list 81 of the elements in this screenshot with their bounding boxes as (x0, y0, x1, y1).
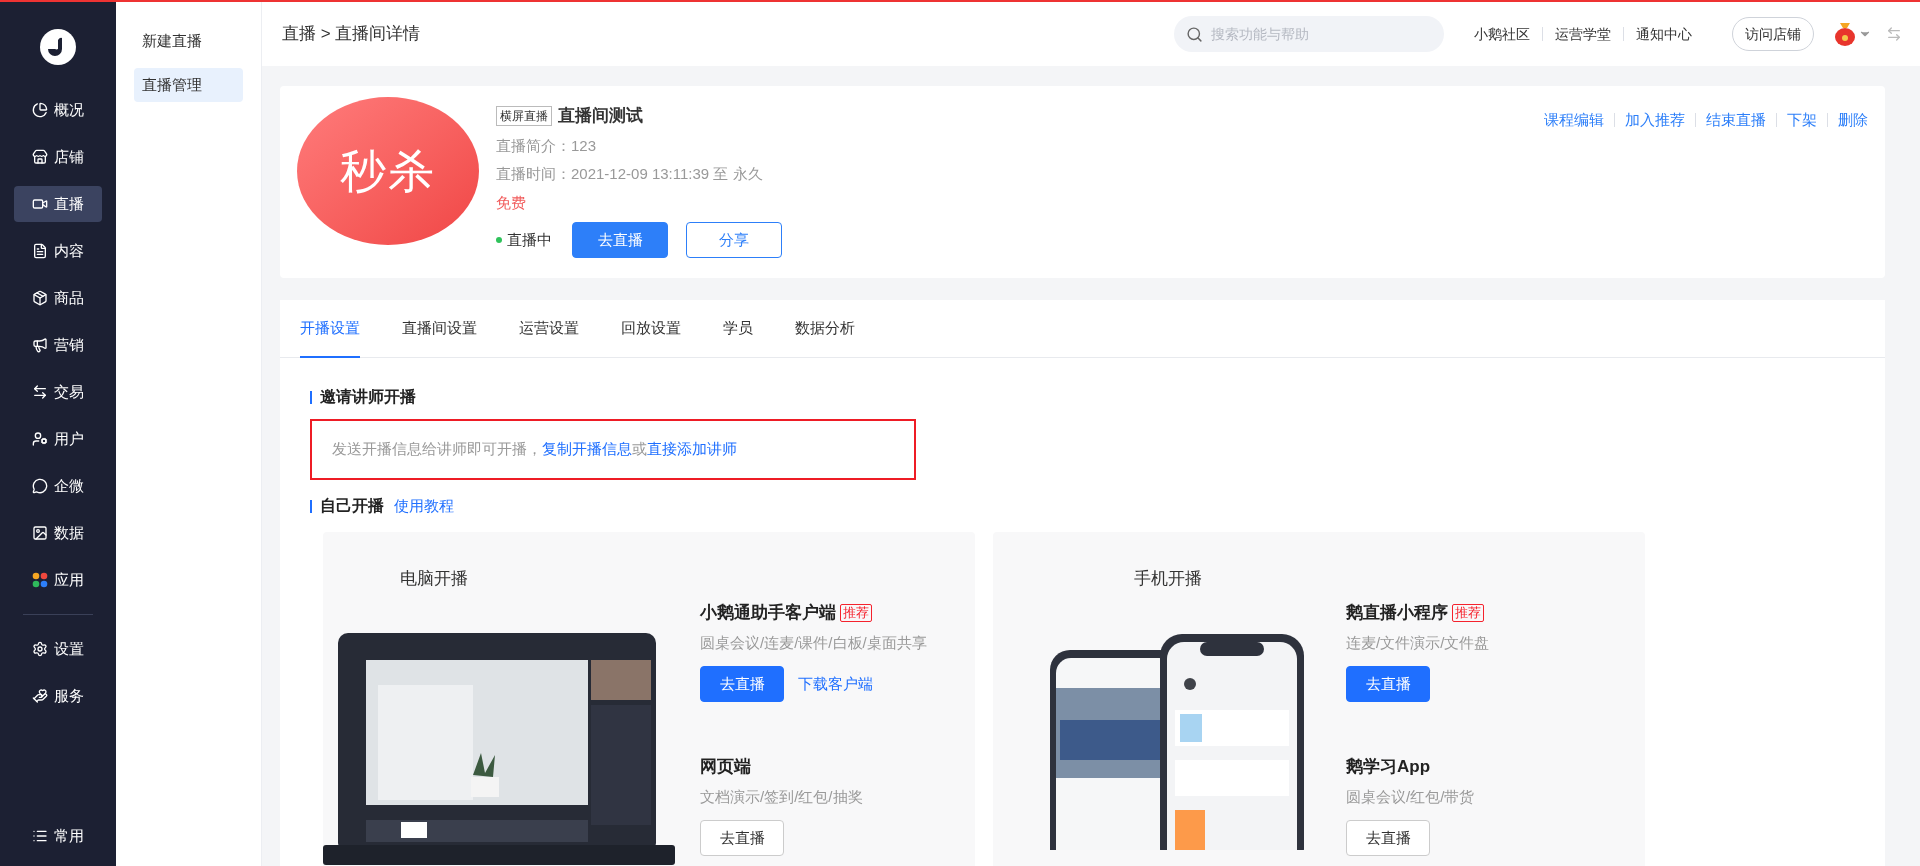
tab[interactable]: 运营设置 (519, 300, 579, 358)
header-link[interactable]: 通知中心 (1636, 23, 1692, 45)
list-icon (32, 828, 48, 844)
download-link[interactable]: 下载客户端 (798, 672, 873, 696)
header-link[interactable]: 小鹅社区 (1474, 23, 1530, 45)
invite-text: 发送开播信息给讲师即可开播，复制开播信息或直接添加讲师 (332, 439, 737, 460)
action-link[interactable]: 课程编辑 (1544, 109, 1604, 132)
megaphone-icon (32, 337, 48, 353)
option-name: 小鹅通助手客户端 (700, 602, 836, 624)
cover-image: 秒杀 (297, 97, 479, 245)
status-label: 直播中 (507, 229, 552, 250)
platform-title: 手机开播 (1134, 568, 1203, 590)
pie-chart-icon (32, 102, 48, 118)
recommend-badge: 推荐 (1452, 603, 1484, 622)
sidebar-item[interactable]: 常用 (54, 824, 84, 848)
platform-title: 电脑开播 (400, 568, 469, 590)
action-link[interactable]: 结束直播 (1706, 109, 1766, 132)
option-name: 鹅直播小程序 (1346, 602, 1448, 624)
action-link[interactable]: 加入推荐 (1625, 109, 1685, 132)
go-live-button[interactable]: 去直播 (1346, 820, 1430, 856)
sidebar-item[interactable]: 店铺 (14, 139, 102, 175)
document-icon (32, 243, 48, 259)
header-link[interactable]: 运营学堂 (1555, 23, 1611, 45)
go-live-button[interactable]: 去直播 (700, 666, 784, 702)
settings-icon (32, 641, 48, 657)
price-label: 免费 (496, 192, 527, 213)
sidebar-item[interactable]: 营销 (14, 327, 102, 363)
sidebar-item[interactable]: 直播 (14, 186, 102, 222)
add-teacher-link[interactable]: 直接添加讲师 (647, 440, 737, 458)
logo-icon (40, 29, 76, 65)
go-live-button[interactable]: 去直播 (700, 820, 784, 856)
section-heading: 邀请讲师开播 (320, 387, 416, 407)
tab[interactable]: 学员 (723, 300, 753, 358)
action-link[interactable]: 下架 (1787, 109, 1817, 132)
option-name: 网页端 (700, 756, 751, 778)
tab[interactable]: 回放设置 (621, 300, 681, 358)
apps-icon (32, 572, 48, 588)
hand-heart-icon (32, 688, 48, 704)
tag-label: 横屏直播 (496, 105, 552, 126)
sidebar-item[interactable]: 数据 (14, 515, 102, 551)
search-icon (1186, 26, 1203, 43)
option-features: 连麦/文件演示/文件盘 (1346, 632, 1490, 653)
gift-bag-icon (1834, 21, 1856, 47)
option-features: 圆桌会议/连麦/课件/白板/桌面共享 (700, 632, 927, 653)
sidebar-item[interactable]: 概况 (14, 92, 102, 128)
course-time: 直播时间：2021-12-09 13:11:39 至 永久 (496, 164, 764, 184)
option-features: 圆桌会议/红包/带货 (1346, 786, 1476, 807)
sidebar-item[interactable]: 交易 (14, 374, 102, 410)
copy-info-link[interactable]: 复制开播信息 (542, 440, 632, 458)
section-heading: 自己开播 (320, 496, 384, 516)
go-live-button[interactable]: 去直播 (1346, 666, 1430, 702)
user-gear-icon (32, 431, 48, 447)
sidebar-item[interactable]: 服务 (14, 678, 102, 714)
store-icon (32, 149, 48, 165)
share-button[interactable]: 分享 (686, 222, 782, 258)
image-icon (32, 525, 48, 541)
option-name: 鹅学习App (1346, 756, 1431, 778)
go-live-button[interactable]: 去直播 (572, 222, 668, 258)
package-icon (32, 290, 48, 306)
sidebar-item[interactable]: 商品 (14, 280, 102, 316)
option-features: 文档演示/签到/红包/抽奖 (700, 786, 864, 807)
action-link[interactable]: 删除 (1838, 109, 1868, 132)
video-camera-icon (32, 196, 48, 212)
tutorial-link[interactable]: 使用教程 (394, 494, 454, 518)
subnav-item[interactable]: 直播管理 (134, 68, 243, 102)
subnav-item[interactable]: 新建直播 (134, 24, 243, 58)
exchange-icon (32, 384, 48, 400)
course-intro: 直播简介：123 (496, 135, 598, 156)
course-title: 直播间测试 (558, 105, 643, 127)
sidebar-item[interactable]: 用户 (14, 421, 102, 457)
recommend-badge: 推荐 (840, 603, 872, 622)
sidebar-item[interactable]: 企微 (14, 468, 102, 504)
sidebar-item[interactable]: 设置 (14, 631, 102, 667)
tab[interactable]: 数据分析 (795, 300, 855, 358)
chat-bubble-icon (32, 478, 48, 494)
breadcrumb: 直播 > 直播间详情 (282, 23, 421, 46)
sidebar-item[interactable]: 内容 (14, 233, 102, 269)
tab[interactable]: 直播间设置 (402, 300, 477, 358)
tab[interactable]: 开播设置 (300, 300, 360, 358)
switch-icon[interactable] (1886, 26, 1902, 42)
sidebar-item[interactable]: 应用 (14, 562, 102, 598)
